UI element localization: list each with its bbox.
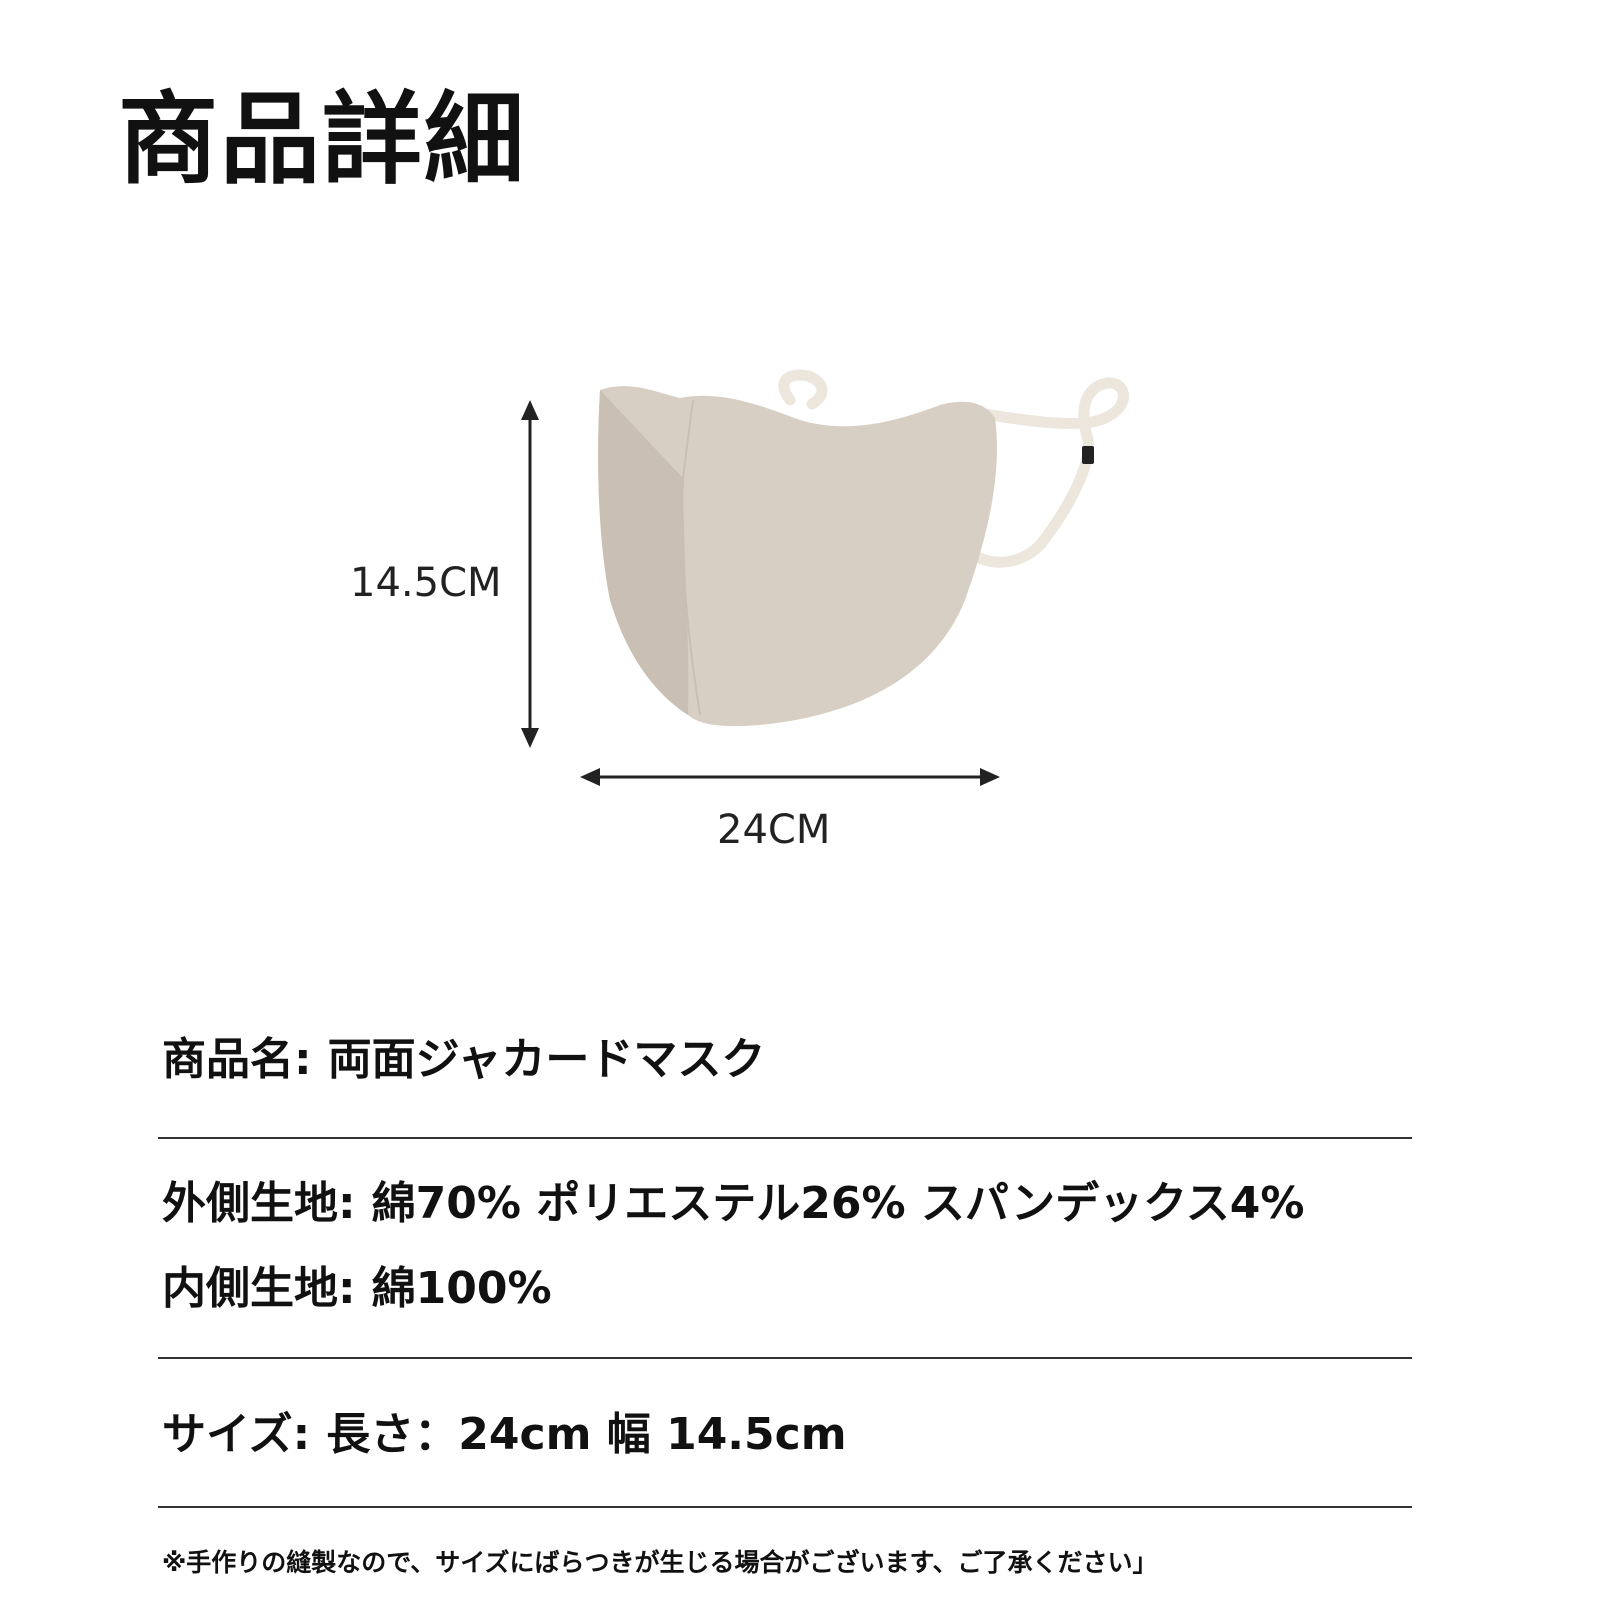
- size-label: サイズ:: [162, 1409, 311, 1460]
- width-label: 24CM: [717, 807, 830, 853]
- outer-fabric-value: 綿70% ポリエステル26% スパンデックス4%: [371, 1178, 1305, 1229]
- divider: [158, 1137, 1412, 1139]
- outer-fabric-row: 外側生地: 綿70% ポリエステル26% スパンデックス4%: [162, 1178, 1304, 1231]
- outer-fabric-label: 外側生地:: [162, 1178, 356, 1229]
- product-dimension-figure: 14.5CM 24CM: [350, 369, 1129, 853]
- divider: [158, 1357, 1412, 1359]
- product-name-value: 両面ジャカードマスク: [327, 1034, 766, 1085]
- divider: [158, 1506, 1412, 1508]
- inner-fabric-row: 内側生地: 綿100%: [162, 1263, 552, 1316]
- handmade-note: ※手作りの縫製なので、サイズにばらつきが生じる場合がございます、ご了承ください」: [162, 1548, 1158, 1577]
- width-arrow: [580, 768, 1000, 786]
- inner-fabric-value: 綿100%: [371, 1263, 552, 1314]
- size-value: 長さ：24cm 幅 14.5cm: [326, 1409, 847, 1460]
- inner-fabric-label: 内側生地:: [162, 1263, 356, 1314]
- size-row: サイズ: 長さ：24cm 幅 14.5cm: [162, 1409, 847, 1462]
- height-label: 14.5CM: [350, 560, 502, 606]
- product-name-row: 商品名: 両面ジャカードマスク: [162, 1034, 765, 1087]
- height-arrow: [521, 400, 539, 748]
- product-name-label: 商品名:: [162, 1034, 312, 1085]
- strap-adjuster: [1082, 446, 1094, 464]
- mask-image: [598, 386, 997, 727]
